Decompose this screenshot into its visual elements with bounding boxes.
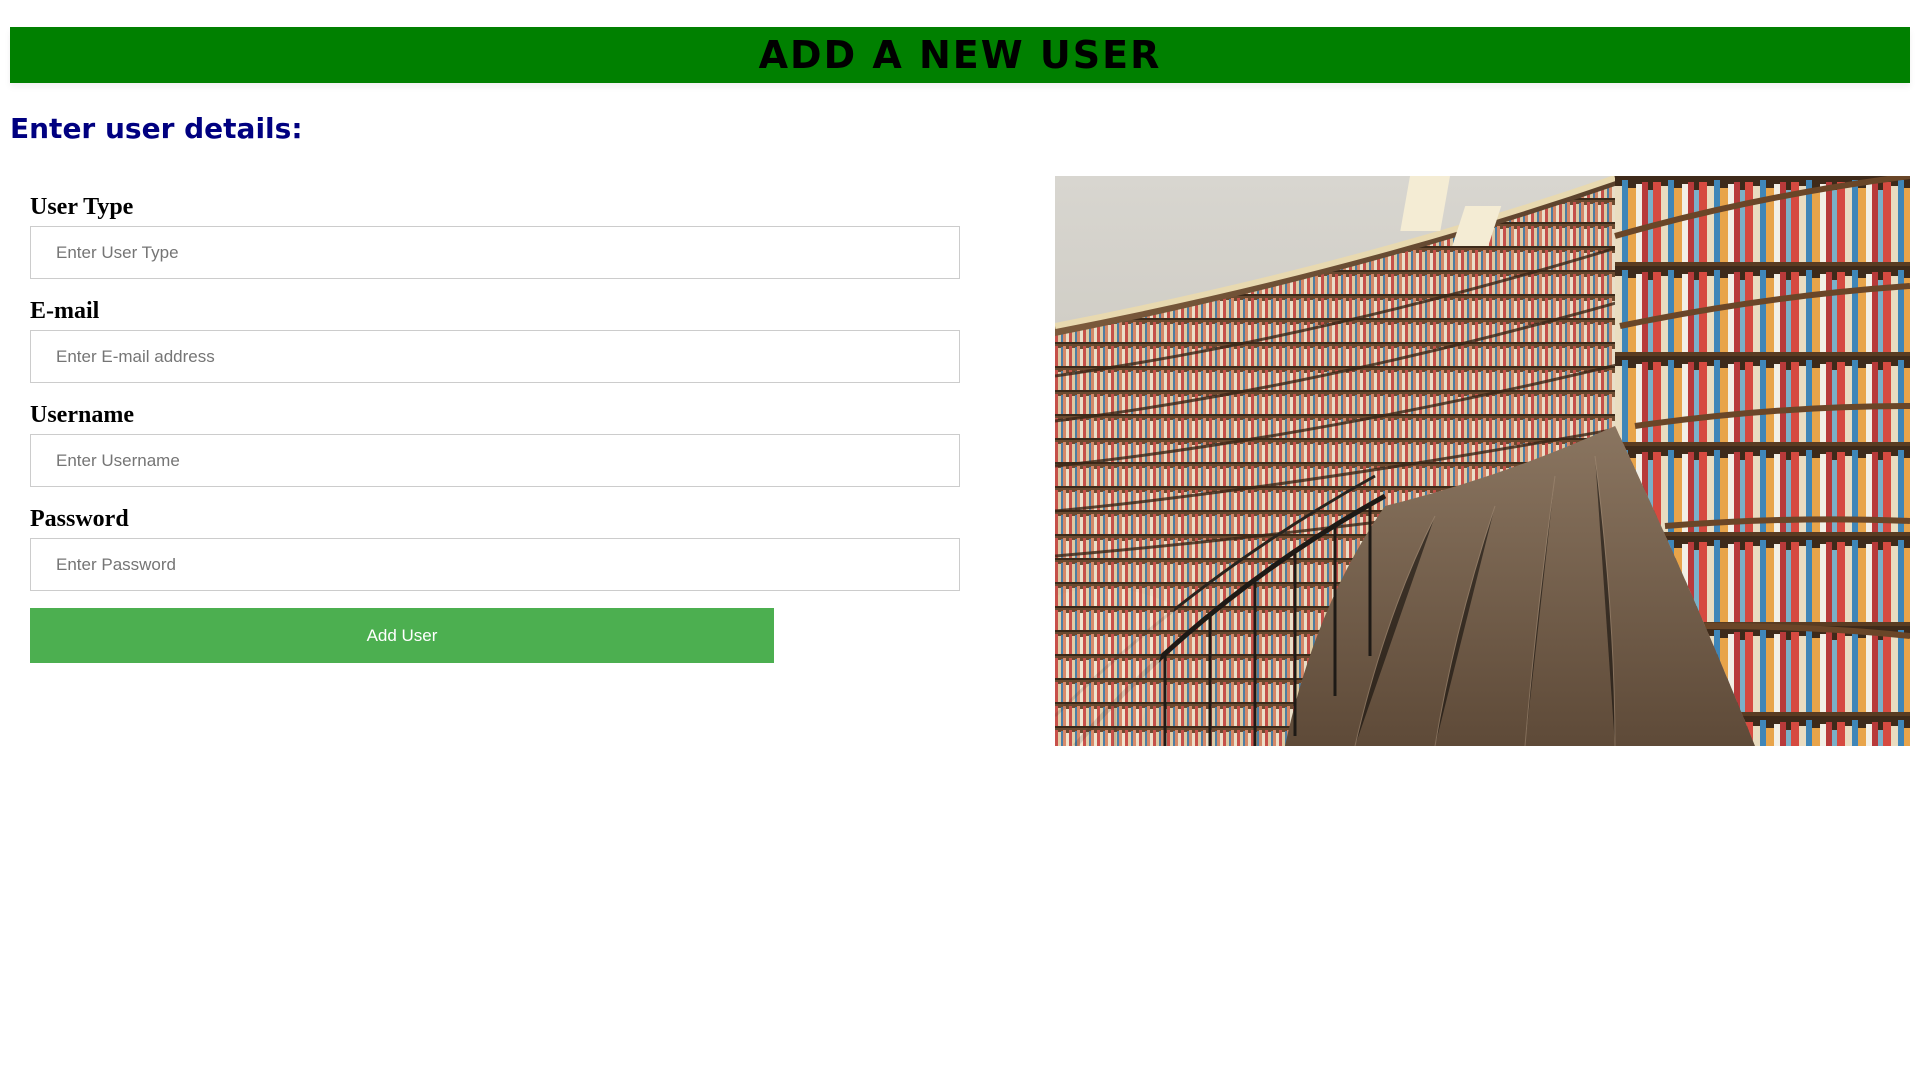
password-input[interactable] xyxy=(30,538,960,591)
form-subtitle: Enter user details: xyxy=(10,112,303,145)
username-input[interactable] xyxy=(30,434,960,487)
password-label: Password xyxy=(30,506,129,532)
user-type-label: User Type xyxy=(30,194,134,220)
email-label: E-mail xyxy=(30,298,100,324)
library-illustration xyxy=(1055,176,1910,746)
username-label: Username xyxy=(30,402,134,428)
library-bookshelf-image xyxy=(1055,176,1910,746)
add-user-button[interactable]: Add User xyxy=(30,608,774,663)
page-header-banner: ADD A NEW USER xyxy=(10,27,1910,83)
page-title: ADD A NEW USER xyxy=(758,33,1162,77)
add-user-form: User Type E-mail Username Password xyxy=(30,192,960,608)
user-type-input[interactable] xyxy=(30,226,960,279)
email-input[interactable] xyxy=(30,330,960,383)
